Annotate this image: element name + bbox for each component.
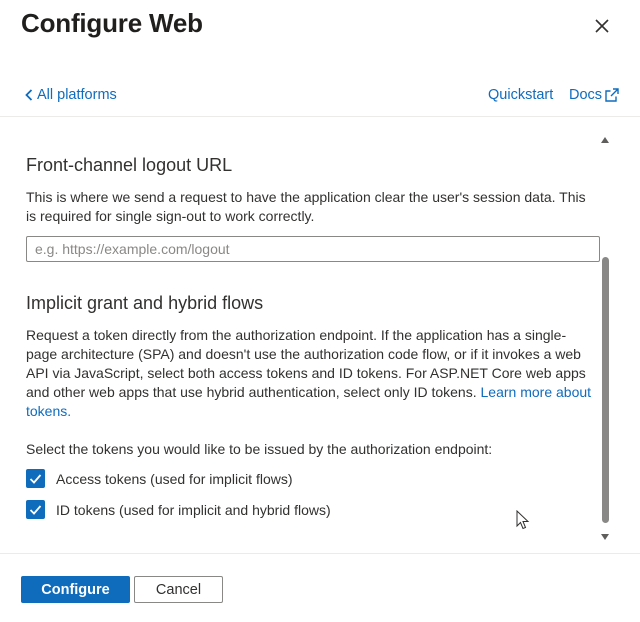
docs-label: Docs: [569, 87, 603, 103]
panel-title: Configure Web: [21, 8, 203, 38]
close-button[interactable]: [590, 14, 614, 38]
chevron-left-icon: [25, 89, 33, 101]
cancel-button[interactable]: Cancel: [134, 576, 223, 603]
access-tokens-label: Access tokens (used for implicit flows): [56, 470, 293, 487]
id-tokens-checkbox-row[interactable]: ID tokens (used for implicit and hybrid …: [26, 500, 331, 519]
checkmark-icon: [29, 474, 42, 484]
all-platforms-label: All platforms: [37, 87, 117, 103]
scroll-up-arrow-icon[interactable]: [600, 136, 610, 144]
scroll-down-arrow-icon[interactable]: [600, 533, 610, 541]
footer-divider: [0, 553, 640, 554]
access-tokens-checkbox[interactable]: [26, 469, 45, 488]
docs-link[interactable]: Docs: [569, 87, 620, 103]
id-tokens-checkbox[interactable]: [26, 500, 45, 519]
access-tokens-checkbox-row[interactable]: Access tokens (used for implicit flows): [26, 469, 293, 488]
token-select-prompt: Select the tokens you would like to be i…: [26, 441, 493, 457]
id-tokens-label: ID tokens (used for implicit and hybrid …: [56, 501, 331, 518]
all-platforms-link[interactable]: All platforms: [25, 87, 117, 103]
logout-description: This is where we send a request to have …: [26, 189, 586, 224]
scrollbar-thumb[interactable]: [602, 257, 609, 523]
quickstart-link[interactable]: Quickstart: [488, 87, 553, 103]
logout-section-title: Front-channel logout URL: [26, 155, 233, 175]
configure-button[interactable]: Configure: [21, 576, 130, 603]
close-icon: [595, 19, 609, 33]
mouse-pointer-icon: [516, 510, 530, 530]
implicit-description: Request a token directly from the author…: [26, 326, 596, 421]
external-link-icon: [605, 88, 619, 102]
nav-row: All platforms Quickstart Docs: [0, 84, 640, 108]
implicit-section-title: Implicit grant and hybrid flows: [26, 293, 264, 313]
checkmark-icon: [29, 505, 42, 515]
logout-url-input[interactable]: [26, 236, 600, 262]
content-scrollbar[interactable]: [598, 136, 612, 544]
content-area: Front-channel logout URL This is where w…: [26, 117, 601, 553]
